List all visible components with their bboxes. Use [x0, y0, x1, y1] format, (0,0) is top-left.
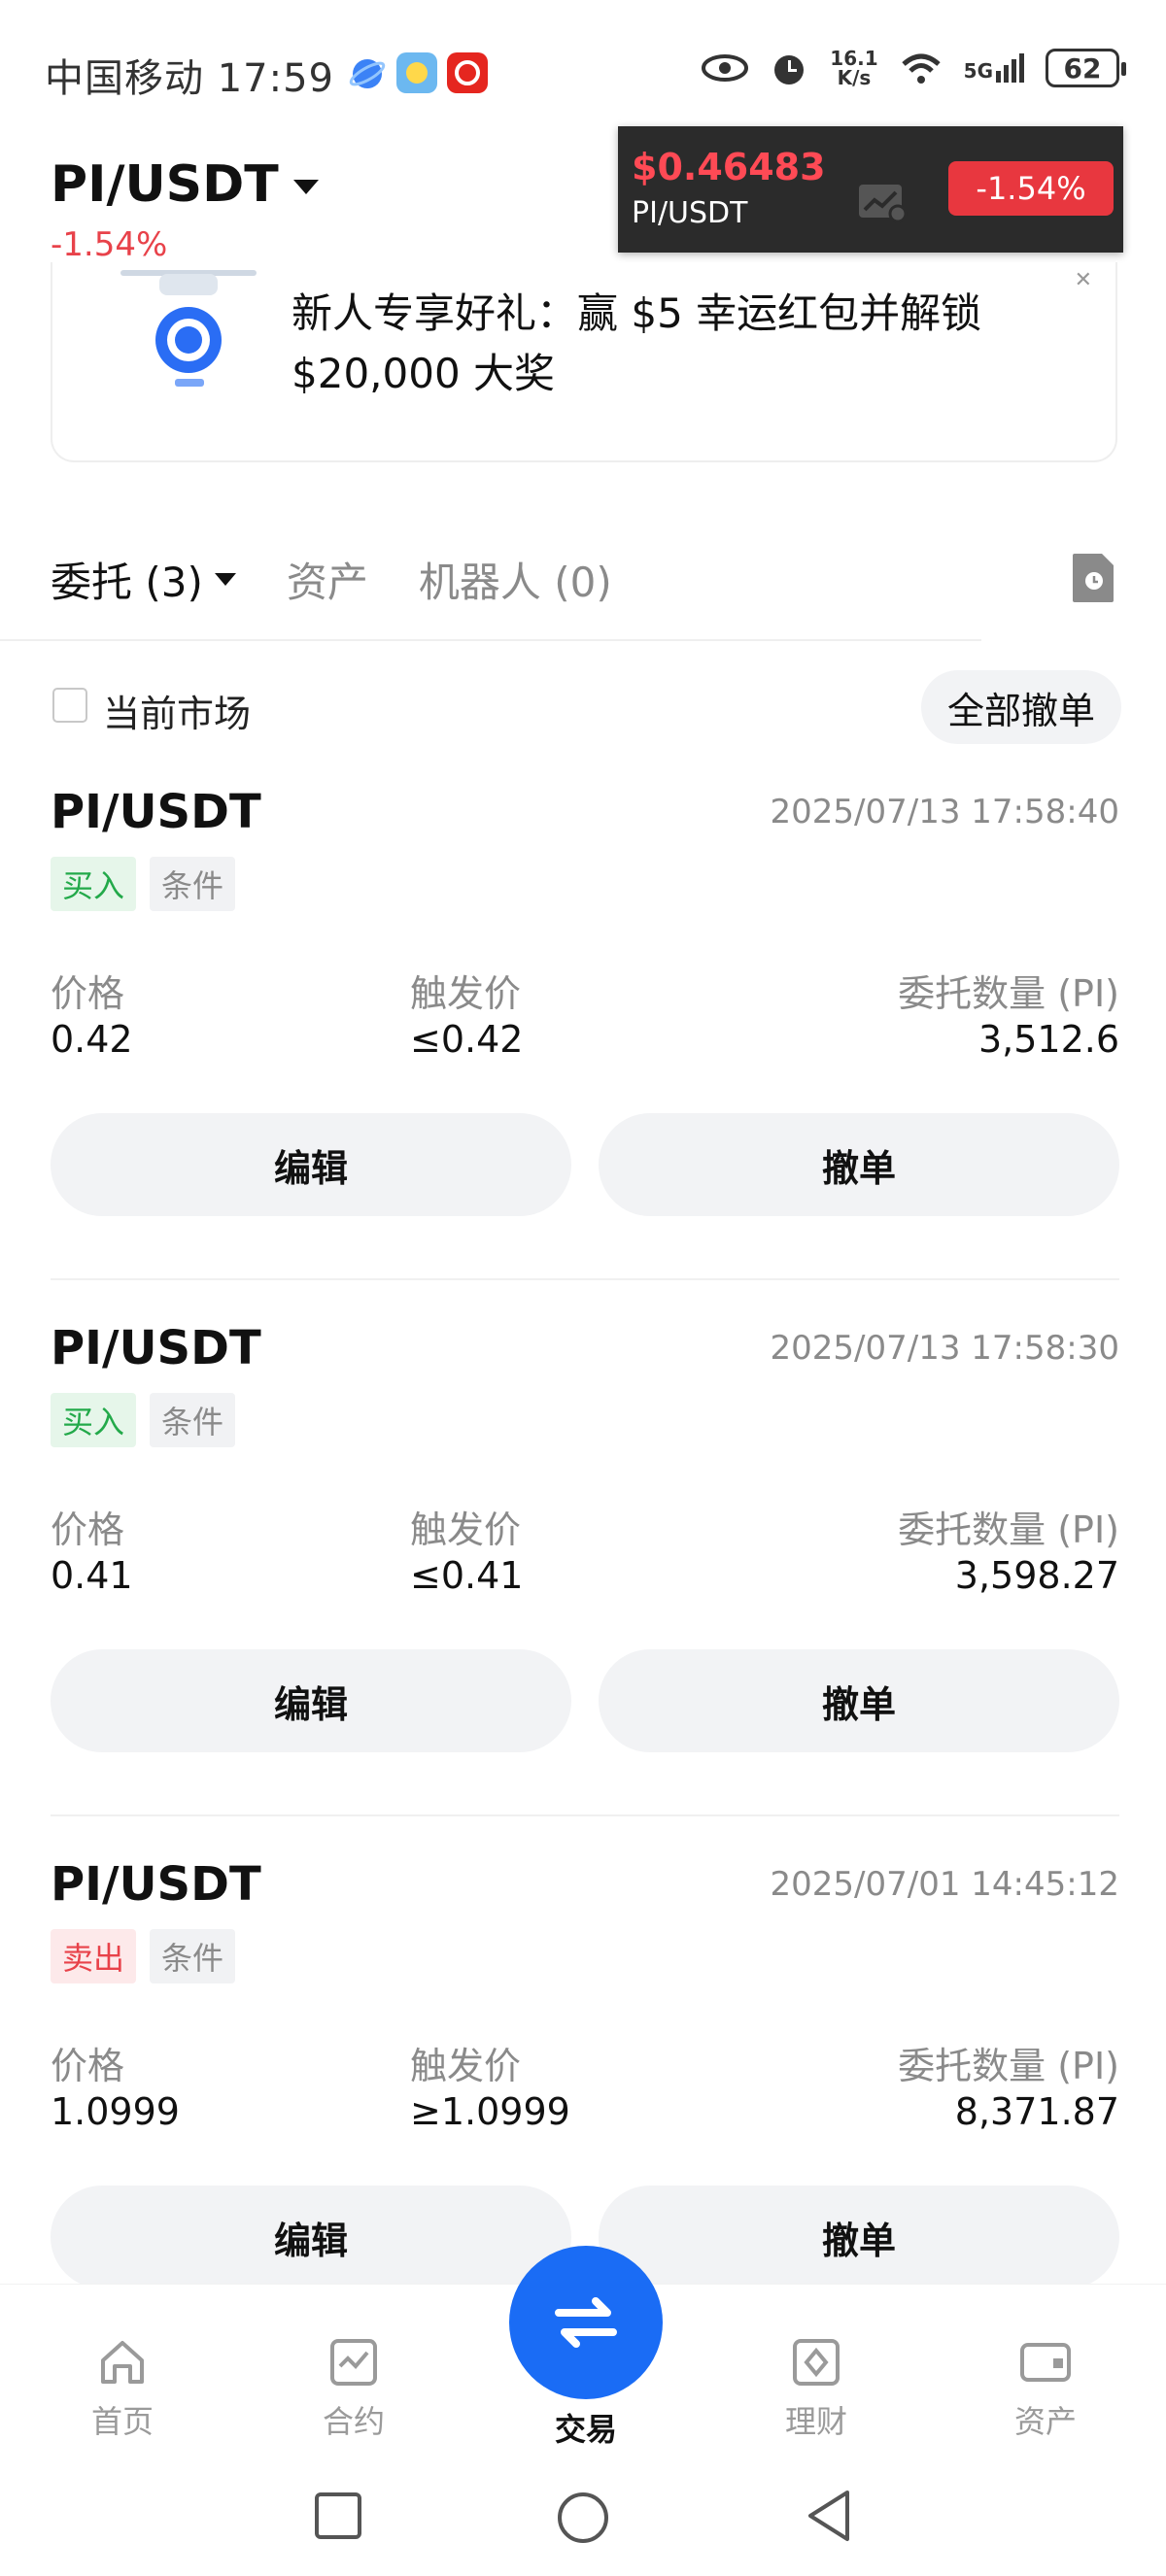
price-value: 0.42	[51, 1018, 133, 1061]
drone-gift-icon	[120, 270, 257, 387]
quantity-label: 委托数量 (PI)	[898, 2045, 1119, 2087]
finance-icon	[793, 2339, 840, 2386]
nav-futures[interactable]: 合约	[286, 2335, 422, 2442]
trigger-label: 触发价	[410, 2045, 522, 2087]
order-pair: PI/USDT	[51, 1857, 261, 1912]
current-market-checkbox[interactable]	[52, 688, 87, 723]
price-label: 价格	[51, 972, 125, 1015]
wallet-icon	[1020, 2343, 1071, 2382]
cancel-order-button[interactable]: 撤单	[599, 1113, 1119, 1216]
recents-icon[interactable]	[313, 2491, 363, 2541]
quantity-label: 委托数量 (PI)	[898, 972, 1119, 1015]
home-circle-icon[interactable]	[556, 2491, 610, 2545]
side-badge: 买入	[51, 857, 137, 911]
system-nav-bar	[0, 2467, 1166, 2576]
trigger-label: 触发价	[410, 1508, 522, 1551]
pair-change: -1.54%	[51, 225, 168, 264]
banner-text: 新人专享好礼：赢 $5 幸运红包并解锁 $20,000 大奖	[292, 289, 982, 397]
status-icons: 16.1 K/s 5G 62	[702, 47, 1126, 89]
weather-app-icon	[396, 52, 437, 93]
type-badge: 条件	[150, 857, 236, 911]
chart-icon[interactable]	[857, 181, 908, 223]
order-card: PI/USDT 2025/07/13 17:58:40 买入 条件 价格 触发价…	[51, 785, 1119, 1271]
orders-tabs: 委托 (3) 资产 机器人 (0)	[51, 550, 663, 609]
status-bar: 中国移动 17:59 16.1 K/s 5G 62	[0, 0, 1166, 146]
battery-indicator: 62	[1046, 49, 1126, 87]
tab-bots[interactable]: 机器人 (0)	[419, 550, 612, 609]
nav-trade-label[interactable]: 交易	[509, 2405, 663, 2450]
futures-icon	[330, 2339, 377, 2386]
quantity-value: 8,371.87	[954, 2090, 1119, 2133]
promo-banner[interactable]: 新人专享好礼：赢 $5 幸运红包并解锁 $20,000 大奖 ✕	[51, 262, 1117, 462]
current-market-label[interactable]: 当前市场	[103, 684, 251, 737]
order-divider	[51, 1278, 1119, 1280]
trigger-label: 触发价	[410, 972, 522, 1015]
cancel-order-button[interactable]: 撤单	[599, 1649, 1119, 1752]
close-icon[interactable]: ✕	[1075, 268, 1092, 292]
trigger-value: ≥1.0999	[410, 2090, 570, 2133]
tabs-divider	[0, 639, 981, 641]
browser-app-icon	[349, 59, 386, 88]
side-badge: 买入	[51, 1393, 137, 1447]
type-badge: 条件	[150, 1393, 236, 1447]
trigger-value: ≤0.42	[410, 1018, 524, 1061]
nav-finance[interactable]: 理财	[748, 2335, 884, 2442]
quantity-label: 委托数量 (PI)	[898, 1508, 1119, 1551]
price-value: 0.41	[51, 1554, 133, 1597]
signal-icon: 5G	[964, 53, 1024, 83]
trade-fab-button[interactable]	[509, 2246, 663, 2399]
home-icon	[101, 2341, 144, 2384]
edit-button[interactable]: 编辑	[51, 2186, 571, 2285]
order-pair: PI/USDT	[51, 785, 261, 839]
order-time: 2025/07/13 17:58:40	[770, 793, 1119, 831]
ticker-change-badge: -1.54%	[948, 161, 1114, 216]
nav-assets[interactable]: 资产	[977, 2335, 1114, 2442]
cancel-all-button[interactable]: 全部撤单	[921, 670, 1121, 744]
pair-selector[interactable]: PI/USDT	[51, 155, 279, 214]
price-label: 价格	[51, 1508, 125, 1551]
alarm-icon	[774, 55, 805, 85]
cancel-order-button[interactable]: 撤单	[599, 2186, 1119, 2285]
wifi-icon	[901, 53, 941, 84]
price-label: 价格	[51, 2045, 125, 2087]
swap-icon	[555, 2297, 617, 2348]
eye-icon	[702, 54, 749, 82]
edit-button[interactable]: 编辑	[51, 1113, 571, 1216]
quantity-value: 3,598.27	[954, 1554, 1119, 1597]
price-value: 1.0999	[51, 2090, 180, 2133]
order-history-icon[interactable]	[1069, 552, 1115, 604]
quantity-value: 3,512.6	[977, 1018, 1119, 1061]
carrier-time: 中国移动 17:59	[45, 56, 334, 101]
tab-assets[interactable]: 资产	[287, 550, 368, 609]
net-speed: 16.1 K/s	[830, 47, 878, 89]
floating-price-ticker[interactable]: $0.46483 PI/USDT -1.54%	[618, 126, 1123, 253]
order-card: PI/USDT 2025/07/13 17:58:30 买入 条件 价格 触发价…	[51, 1321, 1119, 1807]
ticker-price: $0.46483	[632, 146, 826, 188]
order-time: 2025/07/01 14:45:12	[770, 1865, 1119, 1904]
side-badge: 卖出	[51, 1929, 137, 1983]
chevron-down-icon[interactable]	[293, 180, 319, 194]
shopping-app-icon	[447, 52, 488, 93]
order-time: 2025/07/13 17:58:30	[770, 1329, 1119, 1368]
back-icon[interactable]	[805, 2489, 853, 2543]
order-card: PI/USDT 2025/07/01 14:45:12 卖出 条件 价格 触发价…	[51, 1857, 1119, 2285]
type-badge: 条件	[150, 1929, 236, 1983]
trigger-value: ≤0.41	[410, 1554, 524, 1597]
order-divider	[51, 1814, 1119, 1816]
nav-home[interactable]: 首页	[54, 2335, 190, 2442]
chevron-down-icon	[214, 573, 236, 586]
order-pair: PI/USDT	[51, 1321, 261, 1375]
edit-button[interactable]: 编辑	[51, 1649, 571, 1752]
tab-orders[interactable]: 委托 (3)	[51, 550, 236, 609]
ticker-symbol: PI/USDT	[632, 196, 748, 230]
